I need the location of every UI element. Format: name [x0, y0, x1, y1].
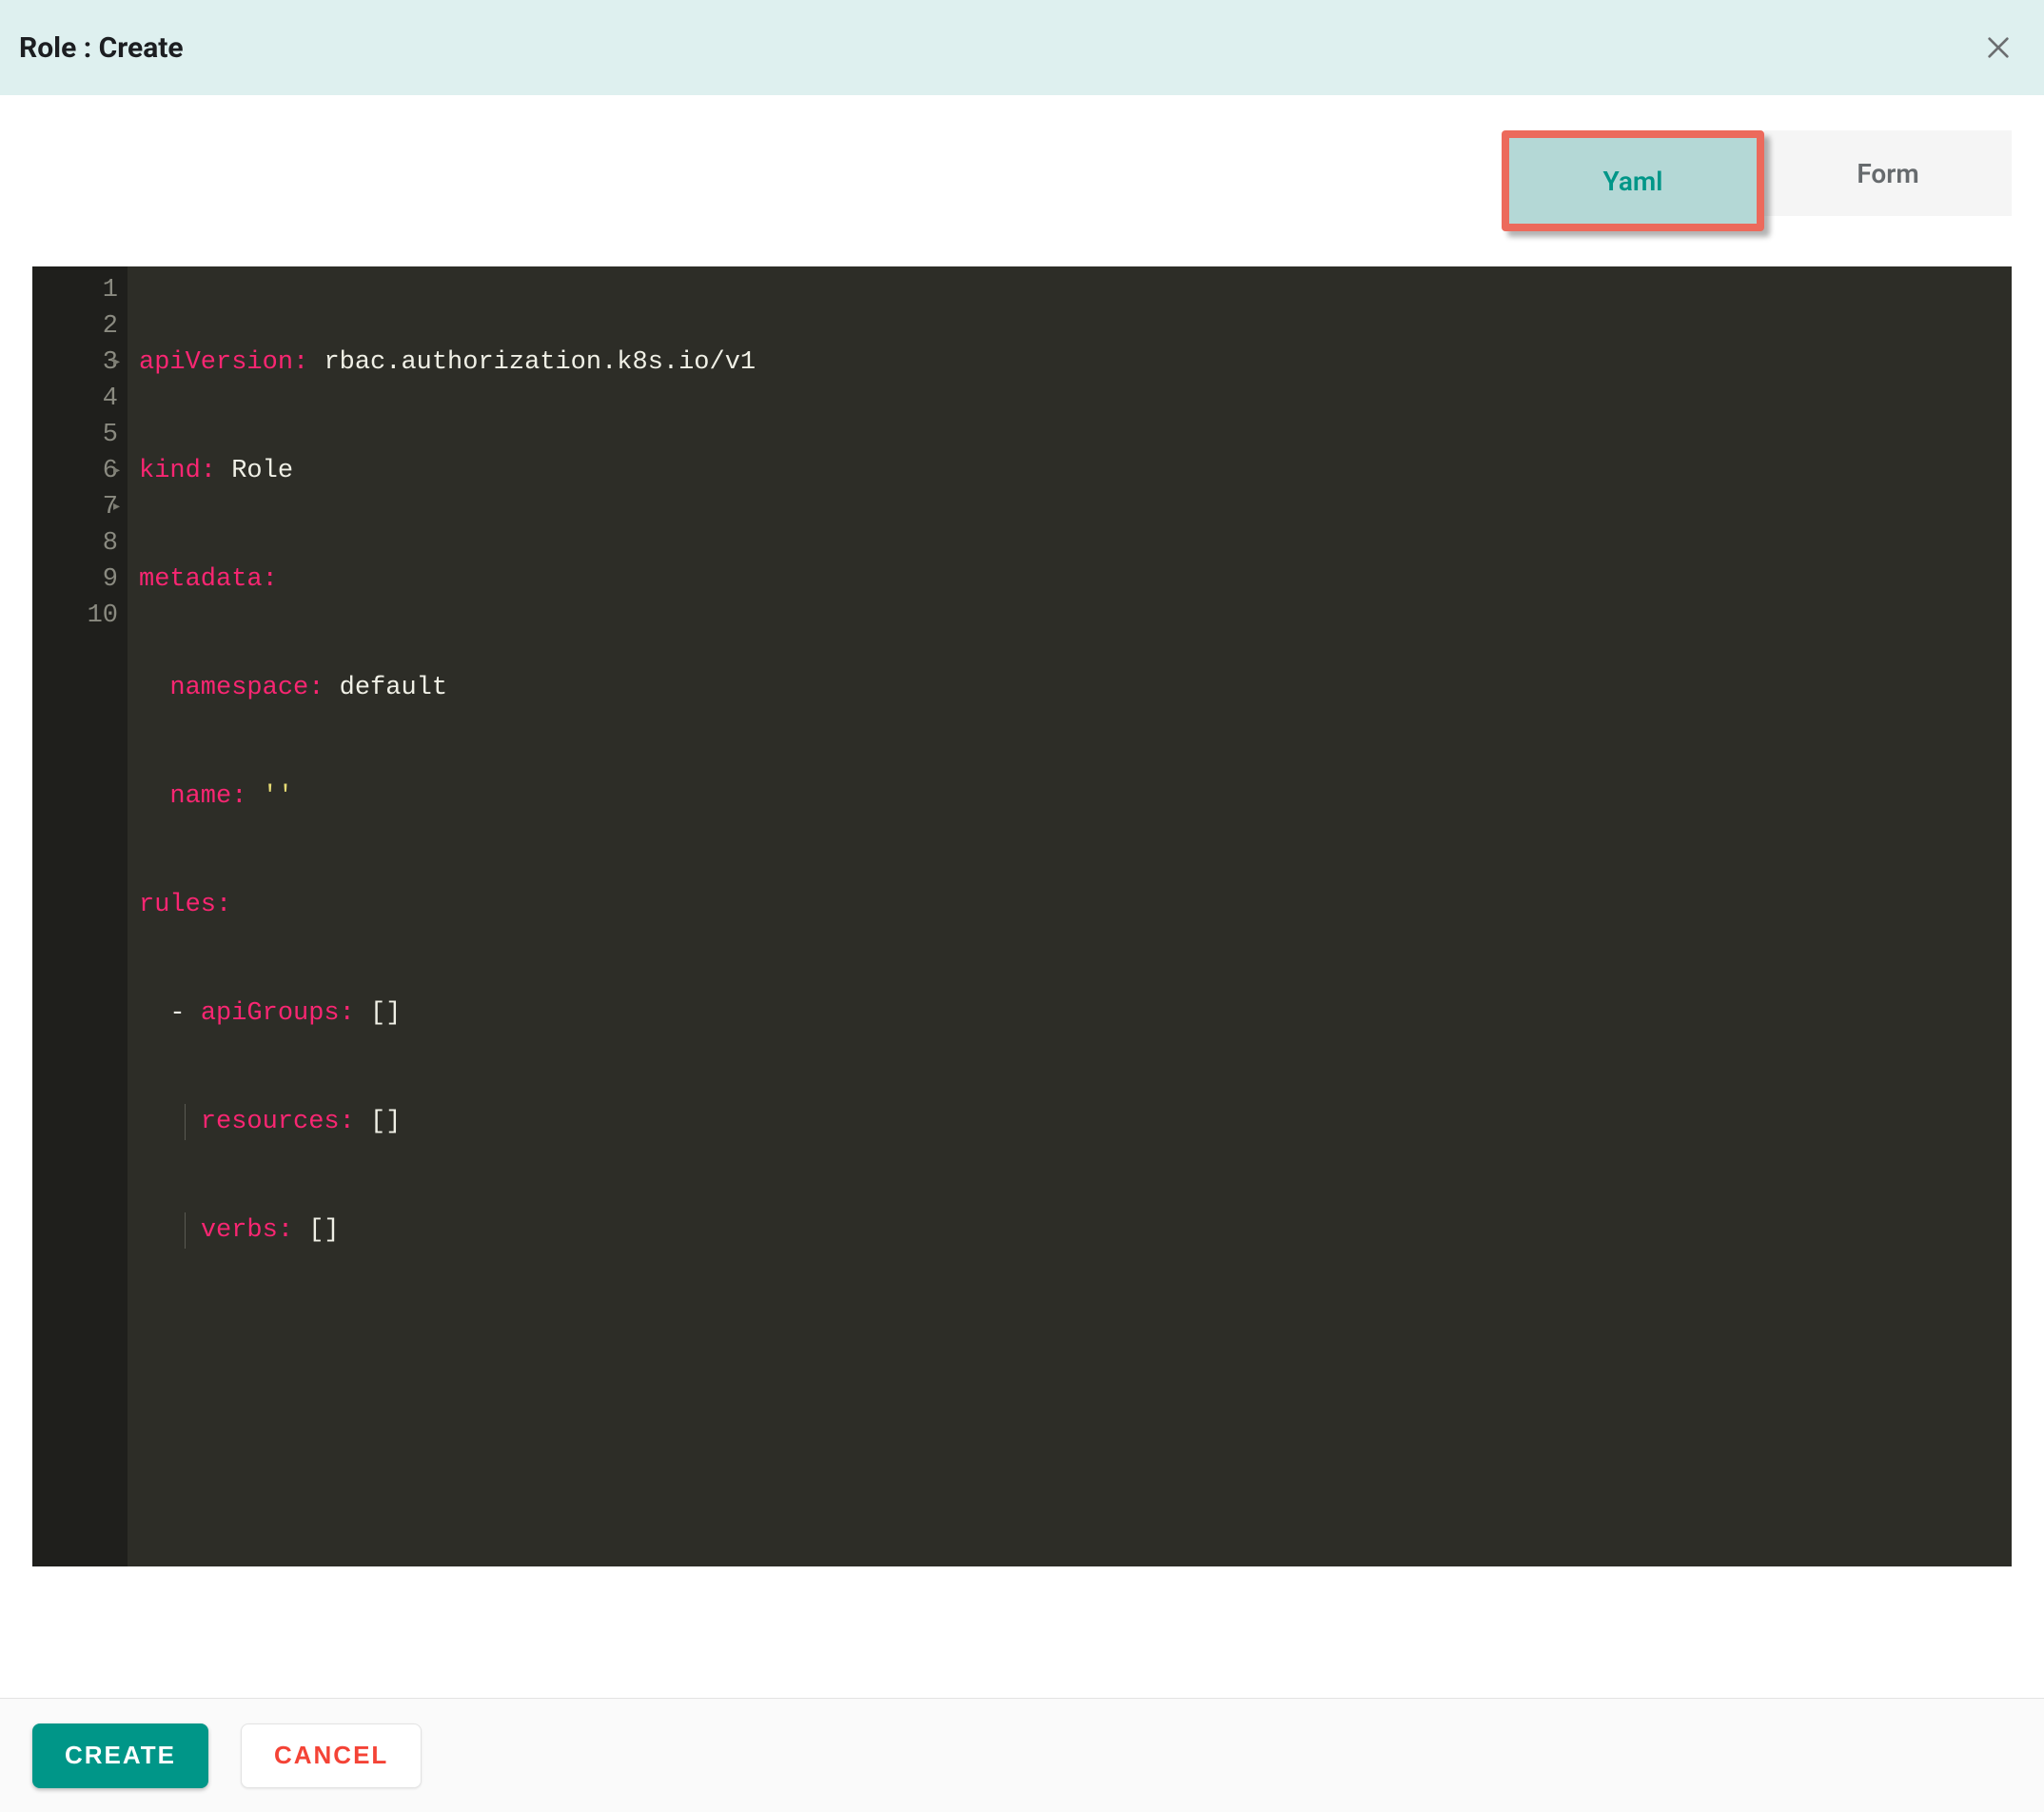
fold-marker-icon[interactable]: ▸ [111, 345, 122, 381]
dialog-header: Role : Create [0, 0, 2044, 95]
line-number: 7▸ [38, 489, 118, 525]
yaml-key: apiGroups: [201, 999, 355, 1028]
yaml-dash: - [169, 999, 200, 1028]
line-number: 6▸ [38, 453, 118, 489]
indent-guide [185, 1212, 186, 1249]
yaml-editor: 1 2 3▸ 4 5 6▸ 7▸ 8 9 10 apiVersion: rbac… [32, 266, 2012, 1566]
close-icon[interactable] [1981, 30, 2015, 65]
tab-group: Yaml Form [1502, 130, 2012, 231]
code-editor[interactable]: 1 2 3▸ 4 5 6▸ 7▸ 8 9 10 apiVersion: rbac… [32, 266, 2012, 1566]
yaml-value: Role [231, 457, 293, 485]
tab-bar: Yaml Form [0, 95, 2044, 266]
yaml-key: resources: [201, 1108, 355, 1136]
yaml-value: default [340, 674, 447, 702]
line-number: 1 [38, 272, 118, 308]
tab-form[interactable]: Form [1764, 130, 2012, 216]
yaml-key: verbs: [201, 1216, 293, 1245]
yaml-value: [] [370, 999, 401, 1028]
dialog-footer: CREATE CANCEL [0, 1698, 2044, 1812]
code-area[interactable]: apiVersion: rbac.authorization.k8s.io/v1… [128, 266, 2012, 1566]
line-number: 9 [38, 561, 118, 598]
yaml-value: [] [370, 1108, 401, 1136]
line-number: 4 [38, 381, 118, 417]
yaml-key: rules: [139, 891, 231, 919]
line-number: 2 [38, 308, 118, 345]
indent-guide [185, 1104, 186, 1140]
tab-yaml-highlight: Yaml [1502, 130, 1764, 231]
yaml-key: kind: [139, 457, 216, 485]
yaml-key: namespace: [169, 674, 324, 702]
fold-marker-icon[interactable]: ▸ [111, 489, 122, 525]
yaml-key: metadata: [139, 565, 278, 594]
line-number: 5 [38, 417, 118, 453]
yaml-value: rbac.authorization.k8s.io/v1 [324, 348, 756, 377]
yaml-value: '' [263, 782, 293, 811]
yaml-key: apiVersion: [139, 348, 308, 377]
yaml-key: name: [169, 782, 246, 811]
line-number-gutter: 1 2 3▸ 4 5 6▸ 7▸ 8 9 10 [32, 266, 128, 1566]
tab-yaml[interactable]: Yaml [1509, 138, 1757, 224]
line-number: 10 [38, 598, 118, 634]
cancel-button[interactable]: CANCEL [241, 1723, 422, 1788]
dialog-title: Role : Create [19, 31, 184, 65]
fold-marker-icon[interactable]: ▸ [111, 453, 122, 489]
yaml-value: [] [308, 1216, 339, 1245]
line-number: 8 [38, 525, 118, 561]
create-button[interactable]: CREATE [32, 1723, 208, 1788]
line-number: 3▸ [38, 345, 118, 381]
